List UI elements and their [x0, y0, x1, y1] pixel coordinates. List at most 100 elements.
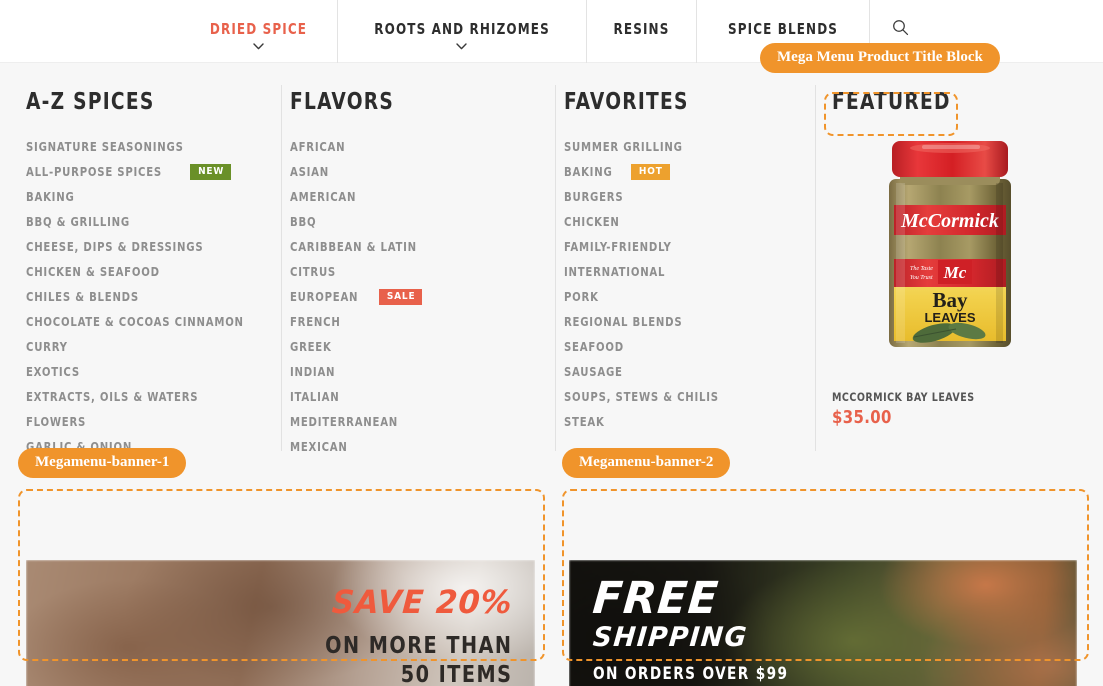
- list-item[interactable]: EXOTICS: [26, 359, 272, 384]
- a-z-spices-list: SIGNATURE SEASONINGS ALL-PURPOSE SPICES N…: [26, 134, 272, 459]
- list-item[interactable]: PORK: [564, 284, 806, 309]
- chevron-down-icon: [253, 43, 264, 50]
- promo-banners-row: SAVE 20% ON MORE THAN 50 ITEMS FREE SHIP…: [0, 560, 1103, 686]
- list-item[interactable]: BAKING HOT: [564, 159, 806, 184]
- list-item[interactable]: SOUPS, STEWS & CHILIS: [564, 384, 806, 409]
- list-item[interactable]: EXTRACTS, OILS & WATERS: [26, 384, 272, 409]
- list-item[interactable]: INDIAN: [290, 359, 546, 384]
- nav-item-dried-spice[interactable]: DRIED SPICE: [180, 0, 337, 63]
- svg-text:McCormick: McCormick: [900, 210, 999, 232]
- menu-link: ASIAN: [290, 164, 330, 179]
- menu-link: GREEK: [290, 339, 332, 354]
- list-item[interactable]: BAKING: [26, 184, 272, 209]
- status-badge-hot: HOT: [630, 163, 670, 180]
- menu-link: MEDITERRANEAN: [290, 414, 399, 429]
- list-item[interactable]: MEDITERRANEAN: [290, 409, 546, 434]
- bay-leaves-jar-image: McCormick The Taste You Trust Mc Bay LEA…: [888, 141, 1011, 347]
- list-item[interactable]: FLOWERS: [26, 409, 272, 434]
- featured-product-title[interactable]: MCCORMICK BAY LEAVES: [832, 390, 1056, 404]
- banner-free-shipping[interactable]: FREE SHIPPING ON ORDERS OVER $99: [568, 560, 1078, 686]
- menu-link: ITALIAN: [290, 389, 340, 404]
- featured-product-price: $35.00: [832, 407, 892, 428]
- mega-menu-page: DRIED SPICE ROOTS AND RHIZOMES RESINS SP…: [0, 0, 1103, 686]
- menu-link: STEAK: [564, 414, 605, 429]
- menu-link: SAUSAGE: [564, 364, 623, 379]
- menu-link: INDIAN: [290, 364, 336, 379]
- menu-link: CURRY: [26, 339, 68, 354]
- menu-link: BAKING: [26, 189, 75, 204]
- column-heading: FAVORITES: [564, 89, 689, 115]
- list-item[interactable]: AFRICAN: [290, 134, 546, 159]
- list-item[interactable]: SEAFOOD: [564, 334, 806, 359]
- banner-save-20-percent[interactable]: SAVE 20% ON MORE THAN 50 ITEMS: [26, 560, 535, 686]
- menu-link: CHILES & BLENDS: [26, 289, 139, 304]
- column-heading: A-Z SPICES: [26, 89, 155, 115]
- list-item[interactable]: AMERICAN: [290, 184, 546, 209]
- svg-text:LEAVES: LEAVES: [924, 310, 975, 325]
- list-item[interactable]: FRENCH: [290, 309, 546, 334]
- list-item[interactable]: BBQ: [290, 209, 546, 234]
- list-item[interactable]: REGIONAL BLENDS: [564, 309, 806, 334]
- list-item[interactable]: ASIAN: [290, 159, 546, 184]
- list-item[interactable]: SAUSAGE: [564, 359, 806, 384]
- menu-link: MEXICAN: [290, 439, 348, 454]
- menu-link: EXTRACTS, OILS & WATERS: [26, 389, 199, 404]
- list-item[interactable]: GREEK: [290, 334, 546, 359]
- nav-item-label: RESINS: [613, 20, 670, 38]
- status-badge-new: NEW: [190, 163, 232, 180]
- list-item[interactable]: ITALIAN: [290, 384, 546, 409]
- banner-headline: FREE: [590, 573, 721, 624]
- list-item[interactable]: CARIBBEAN & LATIN: [290, 234, 546, 259]
- list-item[interactable]: CHICKEN: [564, 209, 806, 234]
- menu-link: ALL-PURPOSE SPICES: [26, 164, 162, 179]
- list-item[interactable]: CHOCOLATE & COCOAS CINNAMON: [26, 309, 272, 334]
- banner-subline: ON MORE THAN 50 ITEMS: [325, 632, 512, 686]
- menu-link: SOUPS, STEWS & CHILIS: [564, 389, 719, 404]
- nav-item-roots-and-rhizomes[interactable]: ROOTS AND RHIZOMES: [336, 0, 586, 63]
- nav-item-label: SPICE BLENDS: [728, 20, 839, 38]
- menu-link: SEAFOOD: [564, 339, 624, 354]
- list-item[interactable]: SIGNATURE SEASONINGS: [26, 134, 272, 159]
- list-item[interactable]: CURRY: [26, 334, 272, 359]
- favorites-list: SUMMER GRILLING BAKING HOT BURGERS CHICKE…: [564, 134, 806, 434]
- column-flavors: FLAVORS AFRICAN ASIAN AMERICAN BBQ CARIB…: [290, 85, 564, 461]
- nav-item-label: ROOTS AND RHIZOMES: [374, 20, 550, 38]
- list-item[interactable]: BBQ & GRILLING: [26, 209, 272, 234]
- save-text-block: SAVE 20% ON MORE THAN 50 ITEMS: [311, 583, 514, 686]
- mega-menu-columns: A-Z SPICES SIGNATURE SEASONINGS ALL-PURP…: [0, 85, 1103, 461]
- list-item[interactable]: FAMILY-FRIENDLY: [564, 234, 806, 259]
- menu-link: CHICKEN: [564, 214, 620, 229]
- list-item[interactable]: INTERNATIONAL: [564, 259, 806, 284]
- mega-menu-panel: A-Z SPICES SIGNATURE SEASONINGS ALL-PURP…: [0, 63, 1103, 686]
- menu-link: AFRICAN: [290, 139, 346, 154]
- menu-link: REGIONAL BLENDS: [564, 314, 683, 329]
- menu-link: SIGNATURE SEASONINGS: [26, 139, 184, 154]
- banner-content: SAVE 20% ON MORE THAN 50 ITEMS: [26, 560, 535, 686]
- column-a-z-spices: A-Z SPICES SIGNATURE SEASONINGS ALL-PURP…: [26, 85, 290, 461]
- column-heading: FLAVORS: [290, 89, 395, 115]
- menu-link: CHEESE, DIPS & DRESSINGS: [26, 239, 204, 254]
- nav-item-resins[interactable]: RESINS: [586, 0, 696, 63]
- list-item[interactable]: EUROPEAN SALE: [290, 284, 546, 309]
- list-item[interactable]: STEAK: [564, 409, 806, 434]
- menu-link: CITRUS: [290, 264, 336, 279]
- menu-link: AMERICAN: [290, 189, 357, 204]
- free-shipping-text-block: FREE SHIPPING ON ORDERS OVER $99: [590, 573, 805, 682]
- banner-content: FREE SHIPPING ON ORDERS OVER $99: [569, 560, 1078, 686]
- column-heading: FEATURED: [832, 89, 951, 115]
- list-item[interactable]: ALL-PURPOSE SPICES NEW: [26, 159, 272, 184]
- menu-link: BBQ & GRILLING: [26, 214, 130, 229]
- menu-link: BAKING: [564, 164, 613, 179]
- list-item[interactable]: CITRUS: [290, 259, 546, 284]
- list-item[interactable]: CHICKEN & SEAFOOD: [26, 259, 272, 284]
- list-item[interactable]: CHILES & BLENDS: [26, 284, 272, 309]
- list-item[interactable]: BURGERS: [564, 184, 806, 209]
- menu-link: BURGERS: [564, 189, 624, 204]
- nav-item-label: DRIED SPICE: [209, 20, 307, 38]
- list-item[interactable]: CHEESE, DIPS & DRESSINGS: [26, 234, 272, 259]
- list-item[interactable]: MEXICAN: [290, 434, 546, 459]
- featured-product-image[interactable]: McCormick The Taste You Trust Mc Bay LEA…: [824, 134, 1075, 377]
- menu-link: FRENCH: [290, 314, 341, 329]
- annotation-label-product-title-block: Mega Menu Product Title Block: [760, 43, 1000, 73]
- list-item[interactable]: SUMMER GRILLING: [564, 134, 806, 159]
